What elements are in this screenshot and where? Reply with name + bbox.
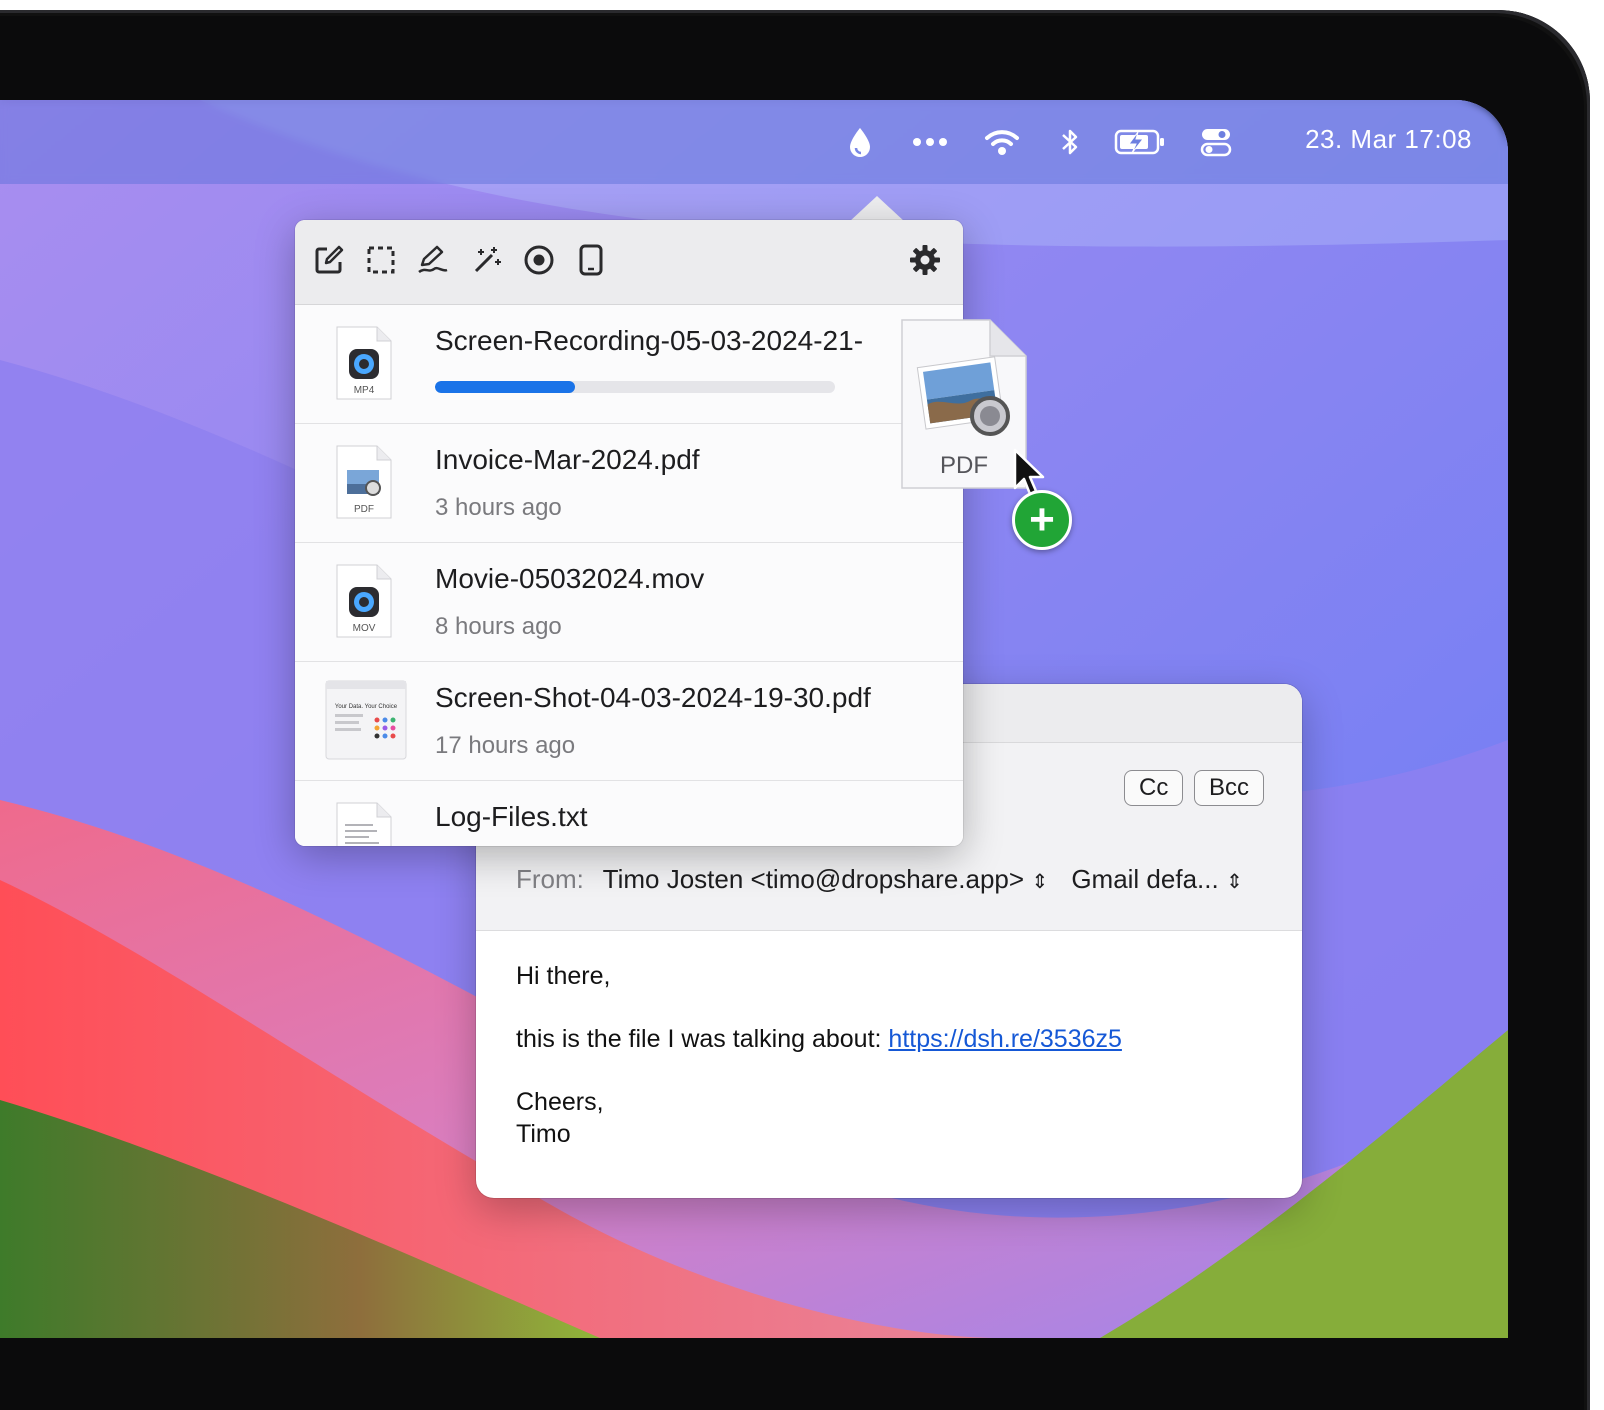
list-item[interactable]: Log-Files.txt: [295, 781, 963, 846]
from-row: From: Timo Josten <timo@dropshare.app> ⇕…: [516, 864, 1243, 895]
mail-body[interactable]: Hi there, this is the file I was talking…: [516, 960, 1122, 1150]
record-icon[interactable]: [519, 240, 559, 280]
popover-toolbar: [295, 220, 963, 305]
bluetooth-icon[interactable]: [1052, 122, 1088, 162]
preview-pdf-icon: PDF: [901, 319, 1027, 489]
battery-charging-icon[interactable]: [1110, 122, 1170, 162]
list-item[interactable]: MOV Movie-05032024.mov 8 hours ago: [295, 543, 963, 662]
file-name: Movie-05032024.mov: [435, 563, 705, 594]
body-line: this is the file I was talking about: ht…: [516, 1025, 1122, 1053]
progress-fill: [435, 381, 575, 393]
share-link[interactable]: https://dsh.re/3536z5: [888, 1025, 1121, 1053]
device-icon[interactable]: [571, 240, 611, 280]
file-name: Log-Files.txt: [435, 801, 588, 832]
list-item[interactable]: MP4 Screen-Recording-05-03-2024-21-: [295, 305, 963, 424]
control-center-icon[interactable]: [1196, 122, 1236, 162]
from-select[interactable]: Timo Josten <timo@dropshare.app> ⇕: [603, 864, 1048, 894]
popover-arrow: [849, 196, 905, 222]
file-time: 3 hours ago: [435, 494, 562, 521]
dragged-pdf-file[interactable]: PDF: [900, 318, 1030, 490]
from-label: From:: [516, 864, 584, 894]
screenshot-thumbnail: Your Data. Your Choice: [325, 680, 407, 760]
file-time: 8 hours ago: [435, 613, 562, 640]
magic-wand-icon[interactable]: [467, 240, 507, 280]
settings-gear-icon[interactable]: [905, 240, 945, 280]
greeting: Hi there,: [516, 962, 611, 990]
cc-button[interactable]: Cc: [1124, 770, 1184, 806]
file-name: Invoice-Mar-2024.pdf: [435, 444, 700, 475]
list-item[interactable]: Your Data. Your Choice Screen-Shot-04-03…: [295, 662, 963, 781]
quicktime-file-icon: MOV: [336, 564, 392, 638]
file-time: 17 hours ago: [435, 732, 576, 759]
text-file-icon: [336, 802, 392, 846]
bcc-button[interactable]: Bcc: [1194, 770, 1265, 806]
updown-chevron-icon: ⇕: [1031, 871, 1049, 893]
list-item[interactable]: PDF Invoice-Mar-2024.pdf 3 hours ago: [295, 424, 963, 543]
svg-text:MP4: MP4: [354, 385, 375, 396]
menu-clock[interactable]: 23. Mar 17:08: [1305, 124, 1472, 155]
svg-text:PDF: PDF: [354, 504, 374, 515]
quicktime-file-icon: MP4: [336, 326, 392, 400]
menu-bar: 23. Mar 17:08: [0, 100, 1508, 184]
screenshot-area-icon[interactable]: [361, 240, 401, 280]
svg-text:PDF: PDF: [940, 452, 988, 479]
copy-plus-badge-icon: +: [1012, 490, 1072, 550]
pdf-file-icon: PDF: [336, 445, 392, 519]
upload-progress-bar: [435, 381, 835, 393]
file-name: Screen-Recording-05-03-2024-21-: [435, 325, 864, 356]
updown-chevron-icon: ⇕: [1225, 871, 1243, 893]
dropshare-drop-icon[interactable]: [840, 122, 880, 162]
svg-text:MOV: MOV: [353, 623, 376, 634]
signature: Timo: [516, 1120, 571, 1148]
more-dots-icon[interactable]: [908, 122, 952, 162]
dropshare-popover: MP4 Screen-Recording-05-03-2024-21- PDF …: [295, 220, 963, 846]
wifi-icon[interactable]: [980, 122, 1024, 162]
svg-text:Your Data. Your Choice: Your Data. Your Choice: [335, 704, 398, 710]
annotate-icon[interactable]: [309, 240, 349, 280]
file-name: Screen-Shot-04-03-2024-19-30.pdf: [435, 682, 871, 713]
account-select[interactable]: Gmail defa... ⇕: [1071, 864, 1242, 894]
signoff: Cheers,: [516, 1088, 604, 1116]
draw-icon[interactable]: [413, 240, 453, 280]
